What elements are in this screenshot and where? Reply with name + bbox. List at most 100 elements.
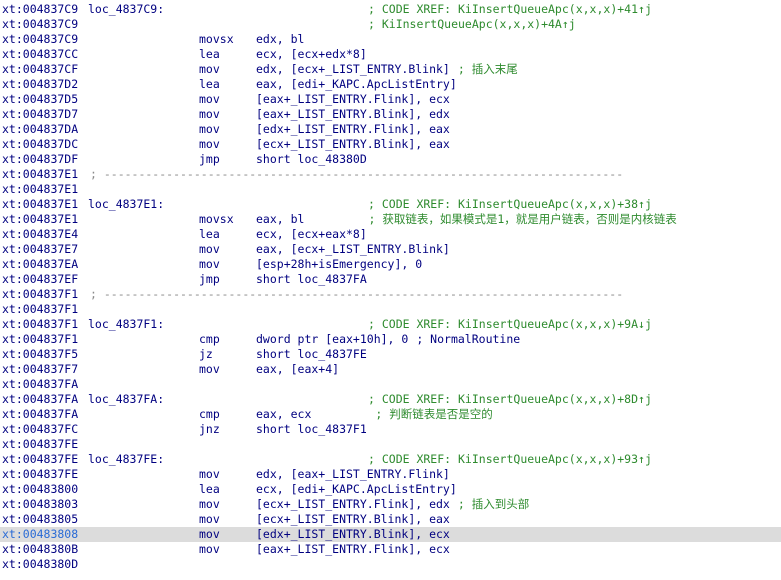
- xref-comment[interactable]: ; CODE XREF: KiInsertQueueApc(x,x,x)+38↑…: [368, 197, 652, 212]
- address[interactable]: xt:0048380D: [2, 557, 78, 572]
- code-line[interactable]: xt:004837D5 mov [eax+_LIST_ENTRY.Flink], e…: [0, 92, 781, 107]
- code-line[interactable]: xt:004837E1 loc_4837E1: ; CODE XREF: KiIns…: [0, 197, 781, 212]
- operands[interactable]: ecx, [ecx+edx*8]: [256, 47, 367, 62]
- operands[interactable]: ecx, [ecx+eax*8]: [256, 227, 367, 242]
- address[interactable]: xt:004837FA: [2, 392, 78, 407]
- code-line[interactable]: xt:00483805 mov [ecx+_LIST_ENTRY.Blink], e…: [0, 512, 781, 527]
- mnemonic[interactable]: mov: [199, 92, 220, 107]
- operands[interactable]: [ecx+_LIST_ENTRY.Blink], eax: [256, 137, 450, 152]
- xref-comment[interactable]: ; KiInsertQueueApc(x,x,x)+4A↑j: [368, 17, 576, 32]
- mnemonic[interactable]: lea: [199, 77, 220, 92]
- operands[interactable]: short loc_4837FA: [256, 272, 367, 287]
- code-line[interactable]: xt:004837CF mov edx, [ecx+_LIST_ENTRY.Blin…: [0, 62, 781, 77]
- separator[interactable]: ; --------------------------------------…: [90, 167, 623, 182]
- mnemonic[interactable]: mov: [199, 542, 220, 557]
- operands[interactable]: eax, [edi+_KAPC.ApcListEntry]: [256, 77, 457, 92]
- address[interactable]: xt:004837EF: [2, 272, 78, 287]
- code-line[interactable]: xt:004837E1 ; ---------------------------…: [0, 167, 781, 182]
- code-line[interactable]: xt:004837DC mov [ecx+_LIST_ENTRY.Blink], e…: [0, 137, 781, 152]
- code-line[interactable]: xt:004837FC jnz short loc_4837F1: [0, 422, 781, 437]
- mnemonic[interactable]: mov: [199, 62, 220, 77]
- code-label[interactable]: loc_4837FE:: [88, 452, 164, 467]
- address[interactable]: xt:004837F1: [2, 287, 78, 302]
- code-label[interactable]: loc_4837FA:: [88, 392, 164, 407]
- address[interactable]: xt:00483803: [2, 497, 78, 512]
- address[interactable]: xt:004837F7: [2, 362, 78, 377]
- operands[interactable]: dword ptr [eax+10h], 0: [256, 332, 408, 346]
- xref-comment[interactable]: ; CODE XREF: KiInsertQueueApc(x,x,x)+93↑…: [368, 452, 652, 467]
- code-line[interactable]: xt:00483803 mov [ecx+_LIST_ENTRY.Flink], e…: [0, 497, 781, 512]
- operands[interactable]: [eax+_LIST_ENTRY.Blink], edx: [256, 107, 450, 122]
- operands[interactable]: eax, ecx: [256, 407, 311, 421]
- code-line[interactable]: xt:004837CC lea ecx, [ecx+edx*8]: [0, 47, 781, 62]
- address[interactable]: xt:004837FC: [2, 422, 78, 437]
- code-line[interactable]: xt:004837EF jmp short loc_4837FA: [0, 272, 781, 287]
- address[interactable]: xt:004837E1: [2, 212, 78, 227]
- mnemonic[interactable]: mov: [199, 107, 220, 122]
- mnemonic[interactable]: mov: [199, 512, 220, 527]
- address[interactable]: xt:004837FE: [2, 437, 78, 452]
- mnemonic[interactable]: mov: [199, 137, 220, 152]
- operands[interactable]: edx, [ecx+_LIST_ENTRY.Blink]: [256, 62, 450, 76]
- address[interactable]: xt:004837FA: [2, 377, 78, 392]
- xref-comment[interactable]: ; CODE XREF: KiInsertQueueApc(x,x,x)+9A↓…: [368, 317, 652, 332]
- operands[interactable]: [eax+_LIST_ENTRY.Flink], ecx: [256, 92, 450, 107]
- code-label[interactable]: loc_4837E1:: [88, 197, 164, 212]
- operands[interactable]: [edx+_LIST_ENTRY.Flink], eax: [256, 122, 450, 137]
- address[interactable]: xt:004837DA: [2, 122, 78, 137]
- operands[interactable]: [esp+28h+isEmergency], 0: [256, 257, 422, 272]
- inline-comment[interactable]: ; 判断链表是否是空的: [375, 407, 492, 421]
- operands[interactable]: edx, [eax+_LIST_ENTRY.Flink]: [256, 467, 450, 482]
- address[interactable]: xt:004837D2: [2, 77, 78, 92]
- address[interactable]: xt:004837E1: [2, 167, 78, 182]
- operands[interactable]: edx, bl: [256, 32, 304, 47]
- address[interactable]: xt:004837FE: [2, 467, 78, 482]
- address[interactable]: xt:00483800: [2, 482, 78, 497]
- mnemonic[interactable]: jmp: [199, 152, 220, 167]
- address[interactable]: xt:004837D7: [2, 107, 78, 122]
- mnemonic[interactable]: lea: [199, 227, 220, 242]
- operands[interactable]: short loc_48380D: [256, 152, 367, 167]
- operands[interactable]: short loc_4837F1: [256, 422, 367, 437]
- operands[interactable]: ecx, [edi+_KAPC.ApcListEntry]: [256, 482, 457, 497]
- code-line[interactable]: xt:004837FA cmp eax, ecx ; 判断链表是否是空的: [0, 407, 781, 422]
- address[interactable]: xt:004837D5: [2, 92, 78, 107]
- code-line[interactable]: xt:004837F1: [0, 302, 781, 317]
- inline-comment[interactable]: ; 插入到头部: [458, 497, 529, 511]
- address[interactable]: xt:0048380B: [2, 542, 78, 557]
- address[interactable]: xt:004837FA: [2, 407, 78, 422]
- mnemonic[interactable]: mov: [199, 362, 220, 377]
- code-line[interactable]: xt:004837F7 mov eax, [eax+4]: [0, 362, 781, 377]
- address[interactable]: xt:004837CF: [2, 62, 78, 77]
- inline-comment[interactable]: ; 插入末尾: [458, 62, 518, 76]
- operands[interactable]: [eax+_LIST_ENTRY.Flink], ecx: [256, 542, 450, 557]
- code-line[interactable]: xt:004837F1 cmp dword ptr [eax+10h], 0 ; No…: [0, 332, 781, 347]
- selected-code-line[interactable]: xt:00483808 mov [edx+_LIST_ENTRY.Blink], e…: [0, 527, 781, 542]
- address[interactable]: xt:004837F1: [2, 317, 78, 332]
- address[interactable]: xt:004837DF: [2, 152, 78, 167]
- xref-comment[interactable]: ; CODE XREF: KiInsertQueueApc(x,x,x)+8D↑…: [368, 392, 652, 407]
- address[interactable]: xt:004837C9: [2, 17, 78, 32]
- code-line[interactable]: xt:004837D2 lea eax, [edi+_KAPC.ApcListEnt…: [0, 77, 781, 92]
- mnemonic[interactable]: lea: [199, 482, 220, 497]
- operands[interactable]: eax, [eax+4]: [256, 362, 339, 377]
- inline-comment[interactable]: ; NormalRoutine: [416, 332, 520, 346]
- code-line[interactable]: xt:004837C9 movsx edx, bl: [0, 32, 781, 47]
- address[interactable]: xt:00483808: [2, 527, 78, 542]
- mnemonic[interactable]: jmp: [199, 272, 220, 287]
- code-line[interactable]: xt:004837E1 movsx eax, bl ; 获取链表，如果模式是1，就是用…: [0, 212, 781, 227]
- code-line[interactable]: xt:004837D7 mov [eax+_LIST_ENTRY.Blink], e…: [0, 107, 781, 122]
- code-line[interactable]: xt:004837EA mov [esp+28h+isEmergency], 0: [0, 257, 781, 272]
- code-line[interactable]: xt:0048380D: [0, 557, 781, 572]
- code-line[interactable]: xt:004837F1 ; ---------------------------…: [0, 287, 781, 302]
- address[interactable]: xt:004837EA: [2, 257, 78, 272]
- xref-comment[interactable]: ; CODE XREF: KiInsertQueueApc(x,x,x)+41↑…: [368, 2, 652, 17]
- code-line[interactable]: xt:004837FA: [0, 377, 781, 392]
- address[interactable]: xt:004837CC: [2, 47, 78, 62]
- address[interactable]: xt:004837F1: [2, 332, 78, 347]
- code-line[interactable]: xt:004837DF jmp short loc_48380D: [0, 152, 781, 167]
- mnemonic[interactable]: jz: [199, 347, 213, 362]
- address[interactable]: xt:004837C9: [2, 32, 78, 47]
- mnemonic[interactable]: cmp: [199, 407, 220, 422]
- mnemonic[interactable]: mov: [199, 467, 220, 482]
